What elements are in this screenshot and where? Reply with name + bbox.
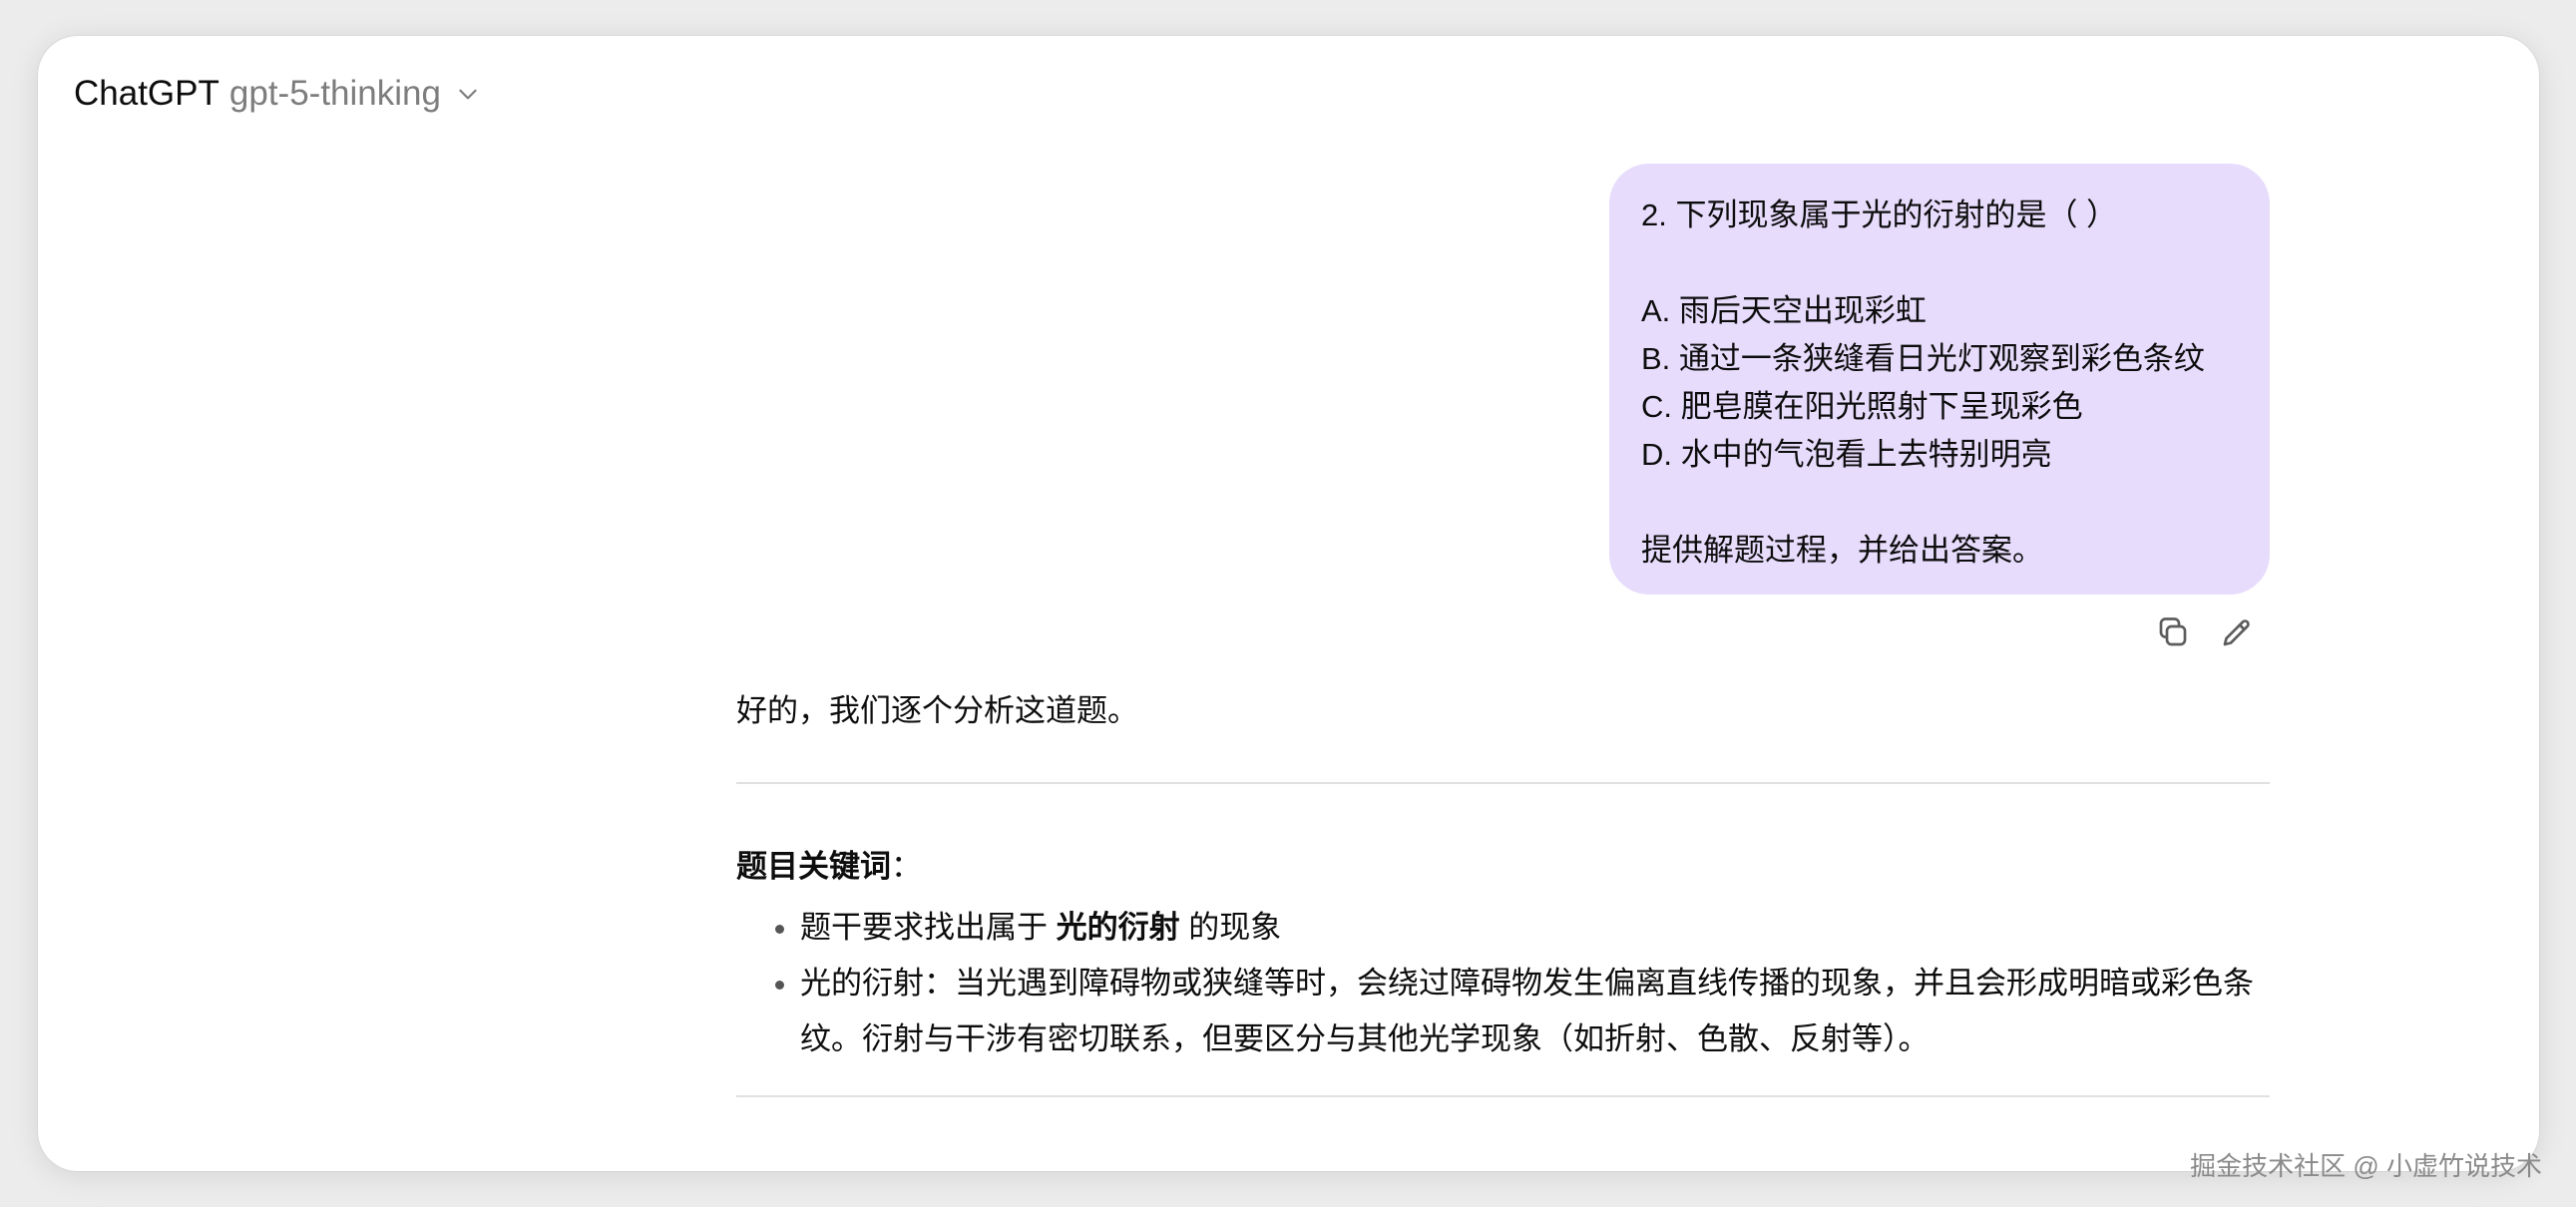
chat-header: ChatGPT gpt-5-thinking (74, 66, 481, 122)
section-heading-text: 题目关键词 (736, 849, 891, 884)
bullet1-post: 的现象 (1179, 910, 1282, 945)
section-heading-colon: ： (891, 849, 922, 884)
section-heading: 题目关键词： (736, 840, 2270, 894)
user-message-line (1641, 479, 2238, 527)
divider (736, 1095, 2270, 1097)
message-actions (2153, 612, 2257, 652)
bullet1-pre: 题干要求找出属于 (800, 910, 1057, 945)
model-selector[interactable]: gpt-5-thinking (229, 74, 441, 114)
edit-pencil-icon (2223, 619, 2250, 646)
user-message-line: 提供解题过程，并给出答案。 (1641, 533, 2043, 568)
user-message-line: D. 水中的气泡看上去特别明亮 (1641, 437, 2052, 472)
bullet1-bold: 光的衍射 (1056, 910, 1180, 945)
user-message-bubble: 2. 下列现象属于光的衍射的是（ ） A. 雨后天空出现彩虹 B. 通过一条狭缝… (1609, 164, 2270, 595)
watermark: 掘金技术社区 @ 小虚竹说技术 (2190, 1151, 2542, 1181)
user-message-line: A. 雨后天空出现彩虹 (1641, 293, 1927, 328)
keyword-list: 题干要求找出属于 光的衍射 的现象 光的衍射：当光遇到障碍物或狭缝等时，会绕过障… (736, 900, 2270, 1067)
assistant-intro: 好的，我们逐个分析这道题。 (736, 693, 1138, 728)
app-name: ChatGPT (74, 74, 219, 113)
user-message-line: 2. 下列现象属于光的衍射的是（ ） (1641, 198, 2118, 232)
chat-window: ChatGPT gpt-5-thinking 2. 下列现象属于光的衍射的是（ … (38, 36, 2539, 1171)
edit-button[interactable] (2217, 612, 2257, 652)
copy-icon (2159, 617, 2187, 646)
list-item: 光的衍射：当光遇到障碍物或狭缝等时，会绕过障碍物发生偏离直线传播的现象，并且会形… (800, 956, 2270, 1067)
chevron-down-icon[interactable] (455, 81, 481, 107)
assistant-message: 好的，我们逐个分析这道题。 题目关键词： 题干要求找出属于 光的衍射 的现象 光… (736, 684, 2270, 1097)
user-message-line: B. 通过一条狭缝看日光灯观察到彩色条纹 (1641, 341, 2205, 376)
user-message-line (1641, 239, 2238, 287)
user-message-line: C. 肥皂膜在阳光照射下呈现彩色 (1641, 389, 2083, 424)
copy-button[interactable] (2153, 612, 2193, 652)
list-item: 题干要求找出属于 光的衍射 的现象 (800, 900, 2270, 956)
divider (736, 782, 2270, 784)
